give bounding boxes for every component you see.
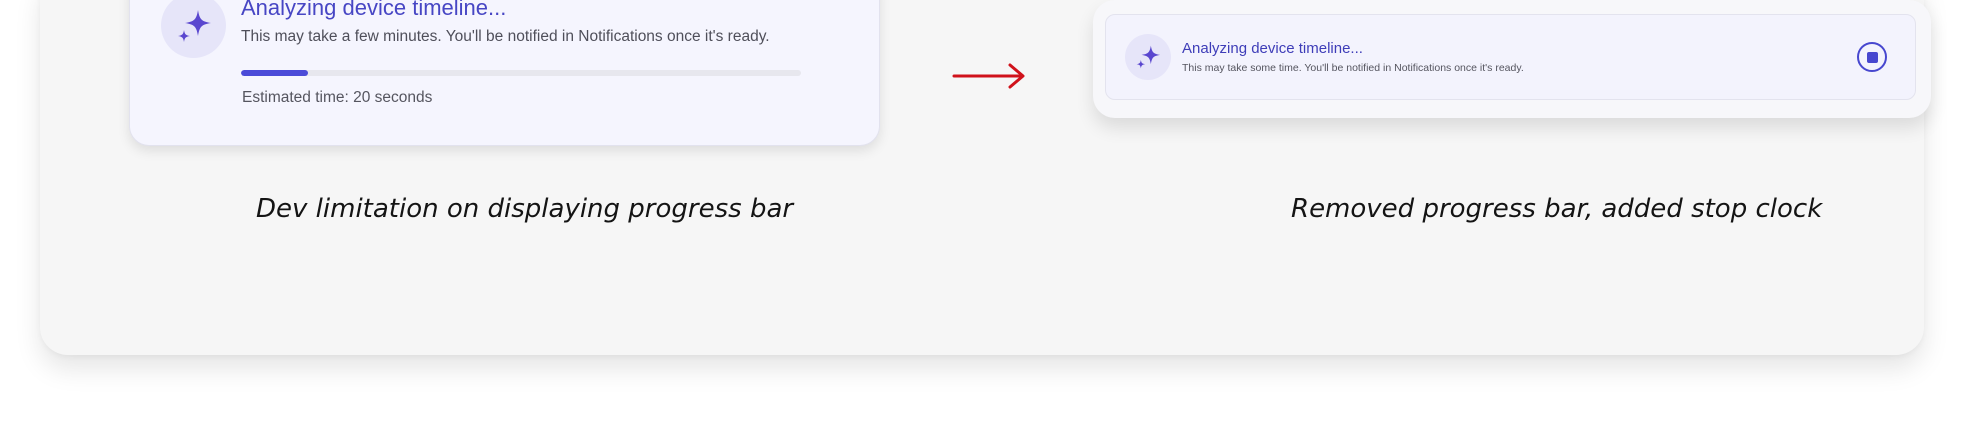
stop-button[interactable]	[1857, 42, 1887, 72]
sparkle-badge	[161, 0, 226, 58]
analyzing-card-after: Analyzing device timeline... This may ta…	[1105, 14, 1916, 100]
estimated-time: Estimated time: 20 seconds	[242, 89, 433, 106]
caption-after: Removed progress bar, added stop clock	[1291, 194, 1823, 224]
arrow-right-icon	[952, 63, 1025, 89]
analyzing-card-before: Analyzing device timeline... This may ta…	[129, 0, 880, 146]
card-subtitle: This may take some time. You'll be notif…	[1182, 62, 1524, 74]
toast-container-after: Analyzing device timeline... This may ta…	[1093, 0, 1931, 118]
caption-before: Dev limitation on displaying progress ba…	[256, 194, 794, 224]
sparkle-icon	[177, 9, 211, 42]
progress-bar	[241, 70, 801, 76]
card-title: Analyzing device timeline...	[1182, 40, 1363, 57]
sparkle-icon	[1136, 45, 1161, 69]
comparison-board: Analyzing device timeline... This may ta…	[40, 0, 1931, 355]
progress-bar-fill	[241, 70, 309, 76]
stop-icon	[1866, 51, 1878, 63]
sparkle-badge	[1125, 34, 1171, 80]
card-subtitle: This may take a few minutes. You'll be n…	[241, 28, 770, 45]
card-title: Analyzing device timeline...	[241, 0, 507, 20]
